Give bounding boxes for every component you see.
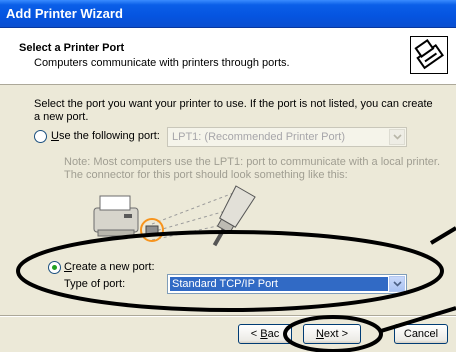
create-new-port-label[interactable]: Create a new port: bbox=[64, 261, 155, 273]
window-title: Add Printer Wizard bbox=[0, 0, 456, 28]
chevron-down-icon[interactable] bbox=[389, 129, 405, 145]
note-text: Note: Most computers use the LPT1: port … bbox=[64, 156, 441, 181]
port-type-value: Standard TCP/IP Port bbox=[170, 277, 388, 291]
existing-port-dropdown[interactable]: LPT1: (Recommended Printer Port) bbox=[167, 127, 407, 147]
chevron-down-icon[interactable] bbox=[389, 276, 405, 292]
printer-icon bbox=[410, 36, 448, 74]
port-type-dropdown[interactable]: Standard TCP/IP Port bbox=[167, 274, 407, 294]
type-of-port-label: Type of port: bbox=[64, 278, 126, 290]
existing-port-value: LPT1: (Recommended Printer Port) bbox=[172, 131, 346, 143]
use-existing-port-radio[interactable] bbox=[34, 130, 47, 143]
instruction-text: Select the port you want your printer to… bbox=[34, 98, 433, 123]
footer-divider bbox=[0, 315, 456, 317]
printer-connector-illustration bbox=[93, 185, 256, 247]
cancel-button[interactable]: Cancel bbox=[394, 324, 448, 344]
page-title: Select a Printer Port bbox=[19, 42, 125, 54]
page-subtitle: Computers communicate with printers thro… bbox=[34, 57, 290, 69]
wizard-body: Select the port you want your printer to… bbox=[0, 86, 456, 315]
wizard-header: Select a Printer Port Computers communic… bbox=[0, 28, 456, 85]
use-existing-port-label[interactable]: Use the following port: bbox=[51, 130, 160, 142]
next-button[interactable]: Next > bbox=[303, 324, 361, 344]
back-button[interactable]: < Bac bbox=[238, 324, 292, 344]
create-new-port-radio[interactable] bbox=[48, 261, 61, 274]
